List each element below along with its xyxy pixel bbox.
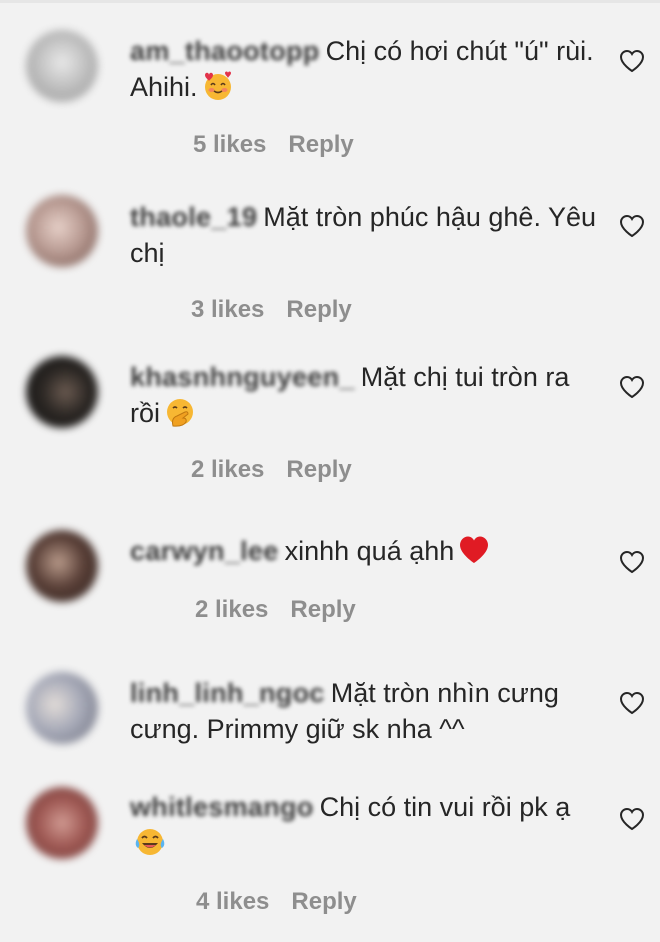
comment-username[interactable]: whitlesmango xyxy=(130,792,314,822)
reply-button[interactable]: Reply xyxy=(288,131,353,158)
heart-outline-icon[interactable] xyxy=(619,214,645,238)
avatar[interactable] xyxy=(26,356,98,428)
comment-body: carwyn_lee xinhh quá ạhh xyxy=(130,533,600,569)
comment-meta: 2 likes Reply xyxy=(191,456,352,484)
comment-meta: 3 likes Reply xyxy=(191,296,352,324)
reply-button[interactable]: Reply xyxy=(286,296,351,323)
likes-count[interactable]: 5 likes xyxy=(193,131,266,158)
comment-username[interactable]: linh_linh_ngoc xyxy=(130,678,325,708)
comment-meta: 2 likes Reply xyxy=(195,596,356,624)
reply-button[interactable]: Reply xyxy=(290,596,355,623)
comment-username[interactable]: am_thaootopp xyxy=(130,36,320,66)
comment-username[interactable]: thaole_19 xyxy=(130,202,257,232)
face-with-hand-over-mouth-icon xyxy=(164,396,196,428)
heart-outline-icon[interactable] xyxy=(619,691,645,715)
likes-count[interactable]: 3 likes xyxy=(191,296,264,323)
comment-username[interactable]: khasnhnguyeen_ xyxy=(130,362,355,392)
avatar[interactable] xyxy=(26,672,98,744)
heart-outline-icon[interactable] xyxy=(619,550,645,574)
reply-button[interactable]: Reply xyxy=(291,888,356,915)
avatar[interactable] xyxy=(26,30,98,102)
comment-body: whitlesmango Chị có tin vui rồi pk ạ xyxy=(130,789,600,861)
avatar[interactable] xyxy=(26,530,98,602)
comment-body: khasnhnguyeen_ Mặt chị tui tròn ra rồi xyxy=(130,359,600,431)
comment-text: Chị có tin vui rồi pk ạ xyxy=(319,792,571,822)
likes-count[interactable]: 2 likes xyxy=(195,596,268,623)
comment-text: xinhh quá ạhh xyxy=(284,536,455,566)
likes-count[interactable]: 2 likes xyxy=(191,456,264,483)
smiling-face-with-hearts-icon xyxy=(202,70,234,102)
heart-outline-icon[interactable] xyxy=(619,49,645,73)
comment-body: linh_linh_ngoc Mặt tròn nhìn cưng cưng. P… xyxy=(130,675,600,747)
reply-button[interactable]: Reply xyxy=(286,456,351,483)
face-with-tears-of-joy-icon xyxy=(134,826,166,858)
top-edge-divider xyxy=(0,0,660,3)
heart-outline-icon[interactable] xyxy=(619,807,645,831)
comment-body: am_thaootopp Chị có hơi chút "ú" rùi. Ahi… xyxy=(130,33,600,105)
comment-username[interactable]: carwyn_lee xyxy=(130,536,279,566)
avatar[interactable] xyxy=(26,195,98,267)
red-heart-icon xyxy=(458,534,490,566)
comment-meta: 4 likes Reply xyxy=(196,888,357,916)
comment-body: thaole_19 Mặt tròn phúc hậu ghê. Yêu chị xyxy=(130,199,600,271)
comment-meta: 5 likes Reply xyxy=(193,131,354,159)
avatar[interactable] xyxy=(26,787,98,859)
heart-outline-icon[interactable] xyxy=(619,375,645,399)
likes-count[interactable]: 4 likes xyxy=(196,888,269,915)
